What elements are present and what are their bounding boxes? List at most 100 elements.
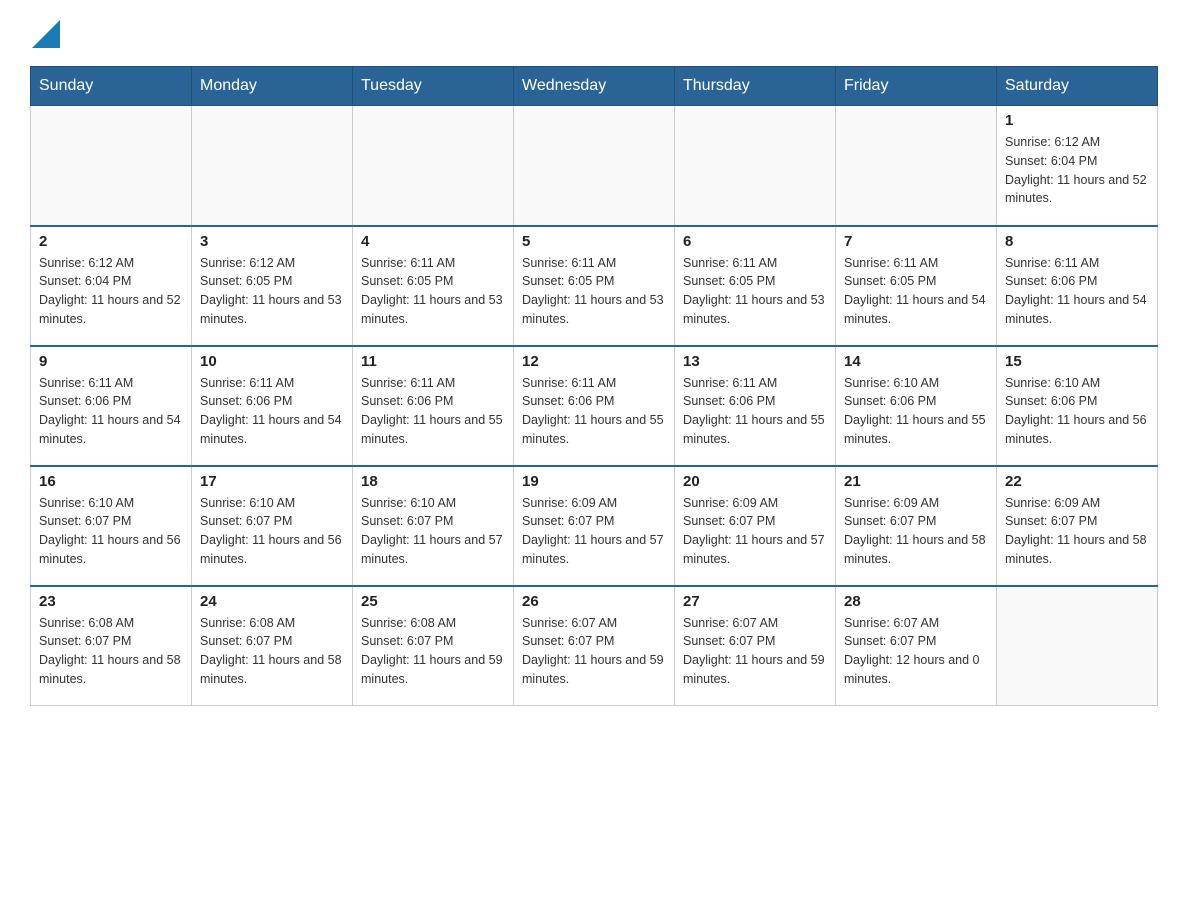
calendar-day-cell [31,106,192,226]
day-info: Sunrise: 6:08 AMSunset: 6:07 PMDaylight:… [361,614,505,689]
calendar-day-cell: 3 Sunrise: 6:12 AMSunset: 6:05 PMDaylight… [192,226,353,346]
day-number: 6 [683,233,827,250]
logo [30,20,60,48]
calendar-day-cell: 2 Sunrise: 6:12 AMSunset: 6:04 PMDaylight… [31,226,192,346]
day-number: 14 [844,353,988,370]
day-info: Sunrise: 6:09 AMSunset: 6:07 PMDaylight:… [683,494,827,569]
day-number: 1 [1005,112,1149,129]
page-header [30,20,1158,48]
calendar-day-cell: 7 Sunrise: 6:11 AMSunset: 6:05 PMDaylight… [836,226,997,346]
day-info: Sunrise: 6:12 AMSunset: 6:05 PMDaylight:… [200,254,344,329]
calendar-day-cell: 5 Sunrise: 6:11 AMSunset: 6:05 PMDaylight… [514,226,675,346]
day-info: Sunrise: 6:11 AMSunset: 6:06 PMDaylight:… [361,374,505,449]
calendar-day-cell: 16 Sunrise: 6:10 AMSunset: 6:07 PMDayligh… [31,466,192,586]
calendar-day-cell: 10 Sunrise: 6:11 AMSunset: 6:06 PMDayligh… [192,346,353,466]
calendar-day-cell: 24 Sunrise: 6:08 AMSunset: 6:07 PMDayligh… [192,586,353,706]
day-number: 12 [522,353,666,370]
day-number: 3 [200,233,344,250]
calendar-header-row: SundayMondayTuesdayWednesdayThursdayFrid… [31,67,1158,106]
day-number: 5 [522,233,666,250]
day-number: 19 [522,473,666,490]
calendar-week-row: 2 Sunrise: 6:12 AMSunset: 6:04 PMDaylight… [31,226,1158,346]
calendar-day-cell [353,106,514,226]
day-info: Sunrise: 6:08 AMSunset: 6:07 PMDaylight:… [200,614,344,689]
calendar-day-cell: 4 Sunrise: 6:11 AMSunset: 6:05 PMDaylight… [353,226,514,346]
calendar-day-cell: 15 Sunrise: 6:10 AMSunset: 6:06 PMDayligh… [997,346,1158,466]
day-number: 4 [361,233,505,250]
day-info: Sunrise: 6:12 AMSunset: 6:04 PMDaylight:… [1005,133,1149,208]
day-info: Sunrise: 6:10 AMSunset: 6:06 PMDaylight:… [1005,374,1149,449]
day-info: Sunrise: 6:11 AMSunset: 6:06 PMDaylight:… [200,374,344,449]
day-number: 25 [361,593,505,610]
calendar-day-cell: 21 Sunrise: 6:09 AMSunset: 6:07 PMDayligh… [836,466,997,586]
day-number: 28 [844,593,988,610]
calendar-day-cell: 12 Sunrise: 6:11 AMSunset: 6:06 PMDayligh… [514,346,675,466]
day-number: 16 [39,473,183,490]
day-number: 22 [1005,473,1149,490]
day-info: Sunrise: 6:07 AMSunset: 6:07 PMDaylight:… [683,614,827,689]
day-info: Sunrise: 6:10 AMSunset: 6:07 PMDaylight:… [39,494,183,569]
col-header-tuesday: Tuesday [353,67,514,106]
calendar-day-cell: 22 Sunrise: 6:09 AMSunset: 6:07 PMDayligh… [997,466,1158,586]
calendar-day-cell: 1 Sunrise: 6:12 AMSunset: 6:04 PMDaylight… [997,106,1158,226]
day-info: Sunrise: 6:09 AMSunset: 6:07 PMDaylight:… [1005,494,1149,569]
calendar-day-cell [675,106,836,226]
day-info: Sunrise: 6:10 AMSunset: 6:07 PMDaylight:… [200,494,344,569]
day-number: 10 [200,353,344,370]
calendar-day-cell: 17 Sunrise: 6:10 AMSunset: 6:07 PMDayligh… [192,466,353,586]
day-number: 27 [683,593,827,610]
col-header-thursday: Thursday [675,67,836,106]
day-info: Sunrise: 6:11 AMSunset: 6:05 PMDaylight:… [844,254,988,329]
day-number: 26 [522,593,666,610]
day-info: Sunrise: 6:11 AMSunset: 6:06 PMDaylight:… [522,374,666,449]
day-info: Sunrise: 6:10 AMSunset: 6:07 PMDaylight:… [361,494,505,569]
calendar-day-cell: 28 Sunrise: 6:07 AMSunset: 6:07 PMDayligh… [836,586,997,706]
calendar-day-cell: 20 Sunrise: 6:09 AMSunset: 6:07 PMDayligh… [675,466,836,586]
day-info: Sunrise: 6:11 AMSunset: 6:06 PMDaylight:… [683,374,827,449]
day-info: Sunrise: 6:07 AMSunset: 6:07 PMDaylight:… [844,614,988,689]
calendar-day-cell [514,106,675,226]
day-number: 8 [1005,233,1149,250]
logo-triangle-icon [32,20,60,48]
day-info: Sunrise: 6:11 AMSunset: 6:06 PMDaylight:… [1005,254,1149,329]
calendar-day-cell [192,106,353,226]
calendar-day-cell: 23 Sunrise: 6:08 AMSunset: 6:07 PMDayligh… [31,586,192,706]
day-info: Sunrise: 6:09 AMSunset: 6:07 PMDaylight:… [522,494,666,569]
col-header-friday: Friday [836,67,997,106]
day-number: 21 [844,473,988,490]
calendar-day-cell: 6 Sunrise: 6:11 AMSunset: 6:05 PMDaylight… [675,226,836,346]
calendar-day-cell: 18 Sunrise: 6:10 AMSunset: 6:07 PMDayligh… [353,466,514,586]
day-info: Sunrise: 6:11 AMSunset: 6:06 PMDaylight:… [39,374,183,449]
calendar-day-cell: 26 Sunrise: 6:07 AMSunset: 6:07 PMDayligh… [514,586,675,706]
day-number: 23 [39,593,183,610]
calendar-week-row: 16 Sunrise: 6:10 AMSunset: 6:07 PMDayligh… [31,466,1158,586]
calendar-day-cell [997,586,1158,706]
calendar-week-row: 1 Sunrise: 6:12 AMSunset: 6:04 PMDaylight… [31,106,1158,226]
calendar-day-cell: 25 Sunrise: 6:08 AMSunset: 6:07 PMDayligh… [353,586,514,706]
day-info: Sunrise: 6:11 AMSunset: 6:05 PMDaylight:… [361,254,505,329]
day-number: 2 [39,233,183,250]
day-info: Sunrise: 6:08 AMSunset: 6:07 PMDaylight:… [39,614,183,689]
calendar-day-cell: 14Sunrise: 6:10 AMSunset: 6:06 PMDayligh… [836,346,997,466]
day-number: 15 [1005,353,1149,370]
col-header-monday: Monday [192,67,353,106]
day-info: Sunrise: 6:11 AMSunset: 6:05 PMDaylight:… [522,254,666,329]
day-number: 18 [361,473,505,490]
col-header-wednesday: Wednesday [514,67,675,106]
day-number: 9 [39,353,183,370]
calendar-day-cell [836,106,997,226]
day-number: 20 [683,473,827,490]
day-number: 17 [200,473,344,490]
day-number: 7 [844,233,988,250]
day-info: Sunrise: 6:12 AMSunset: 6:04 PMDaylight:… [39,254,183,329]
calendar-day-cell: 11 Sunrise: 6:11 AMSunset: 6:06 PMDayligh… [353,346,514,466]
day-info: Sunrise: 6:11 AMSunset: 6:05 PMDaylight:… [683,254,827,329]
day-info: Sunrise: 6:09 AMSunset: 6:07 PMDaylight:… [844,494,988,569]
day-number: 24 [200,593,344,610]
calendar-week-row: 9 Sunrise: 6:11 AMSunset: 6:06 PMDaylight… [31,346,1158,466]
day-info: Sunrise: 6:07 AMSunset: 6:07 PMDaylight:… [522,614,666,689]
calendar-day-cell: 8 Sunrise: 6:11 AMSunset: 6:06 PMDaylight… [997,226,1158,346]
calendar-table: SundayMondayTuesdayWednesdayThursdayFrid… [30,66,1158,706]
col-header-saturday: Saturday [997,67,1158,106]
day-number: 11 [361,353,505,370]
